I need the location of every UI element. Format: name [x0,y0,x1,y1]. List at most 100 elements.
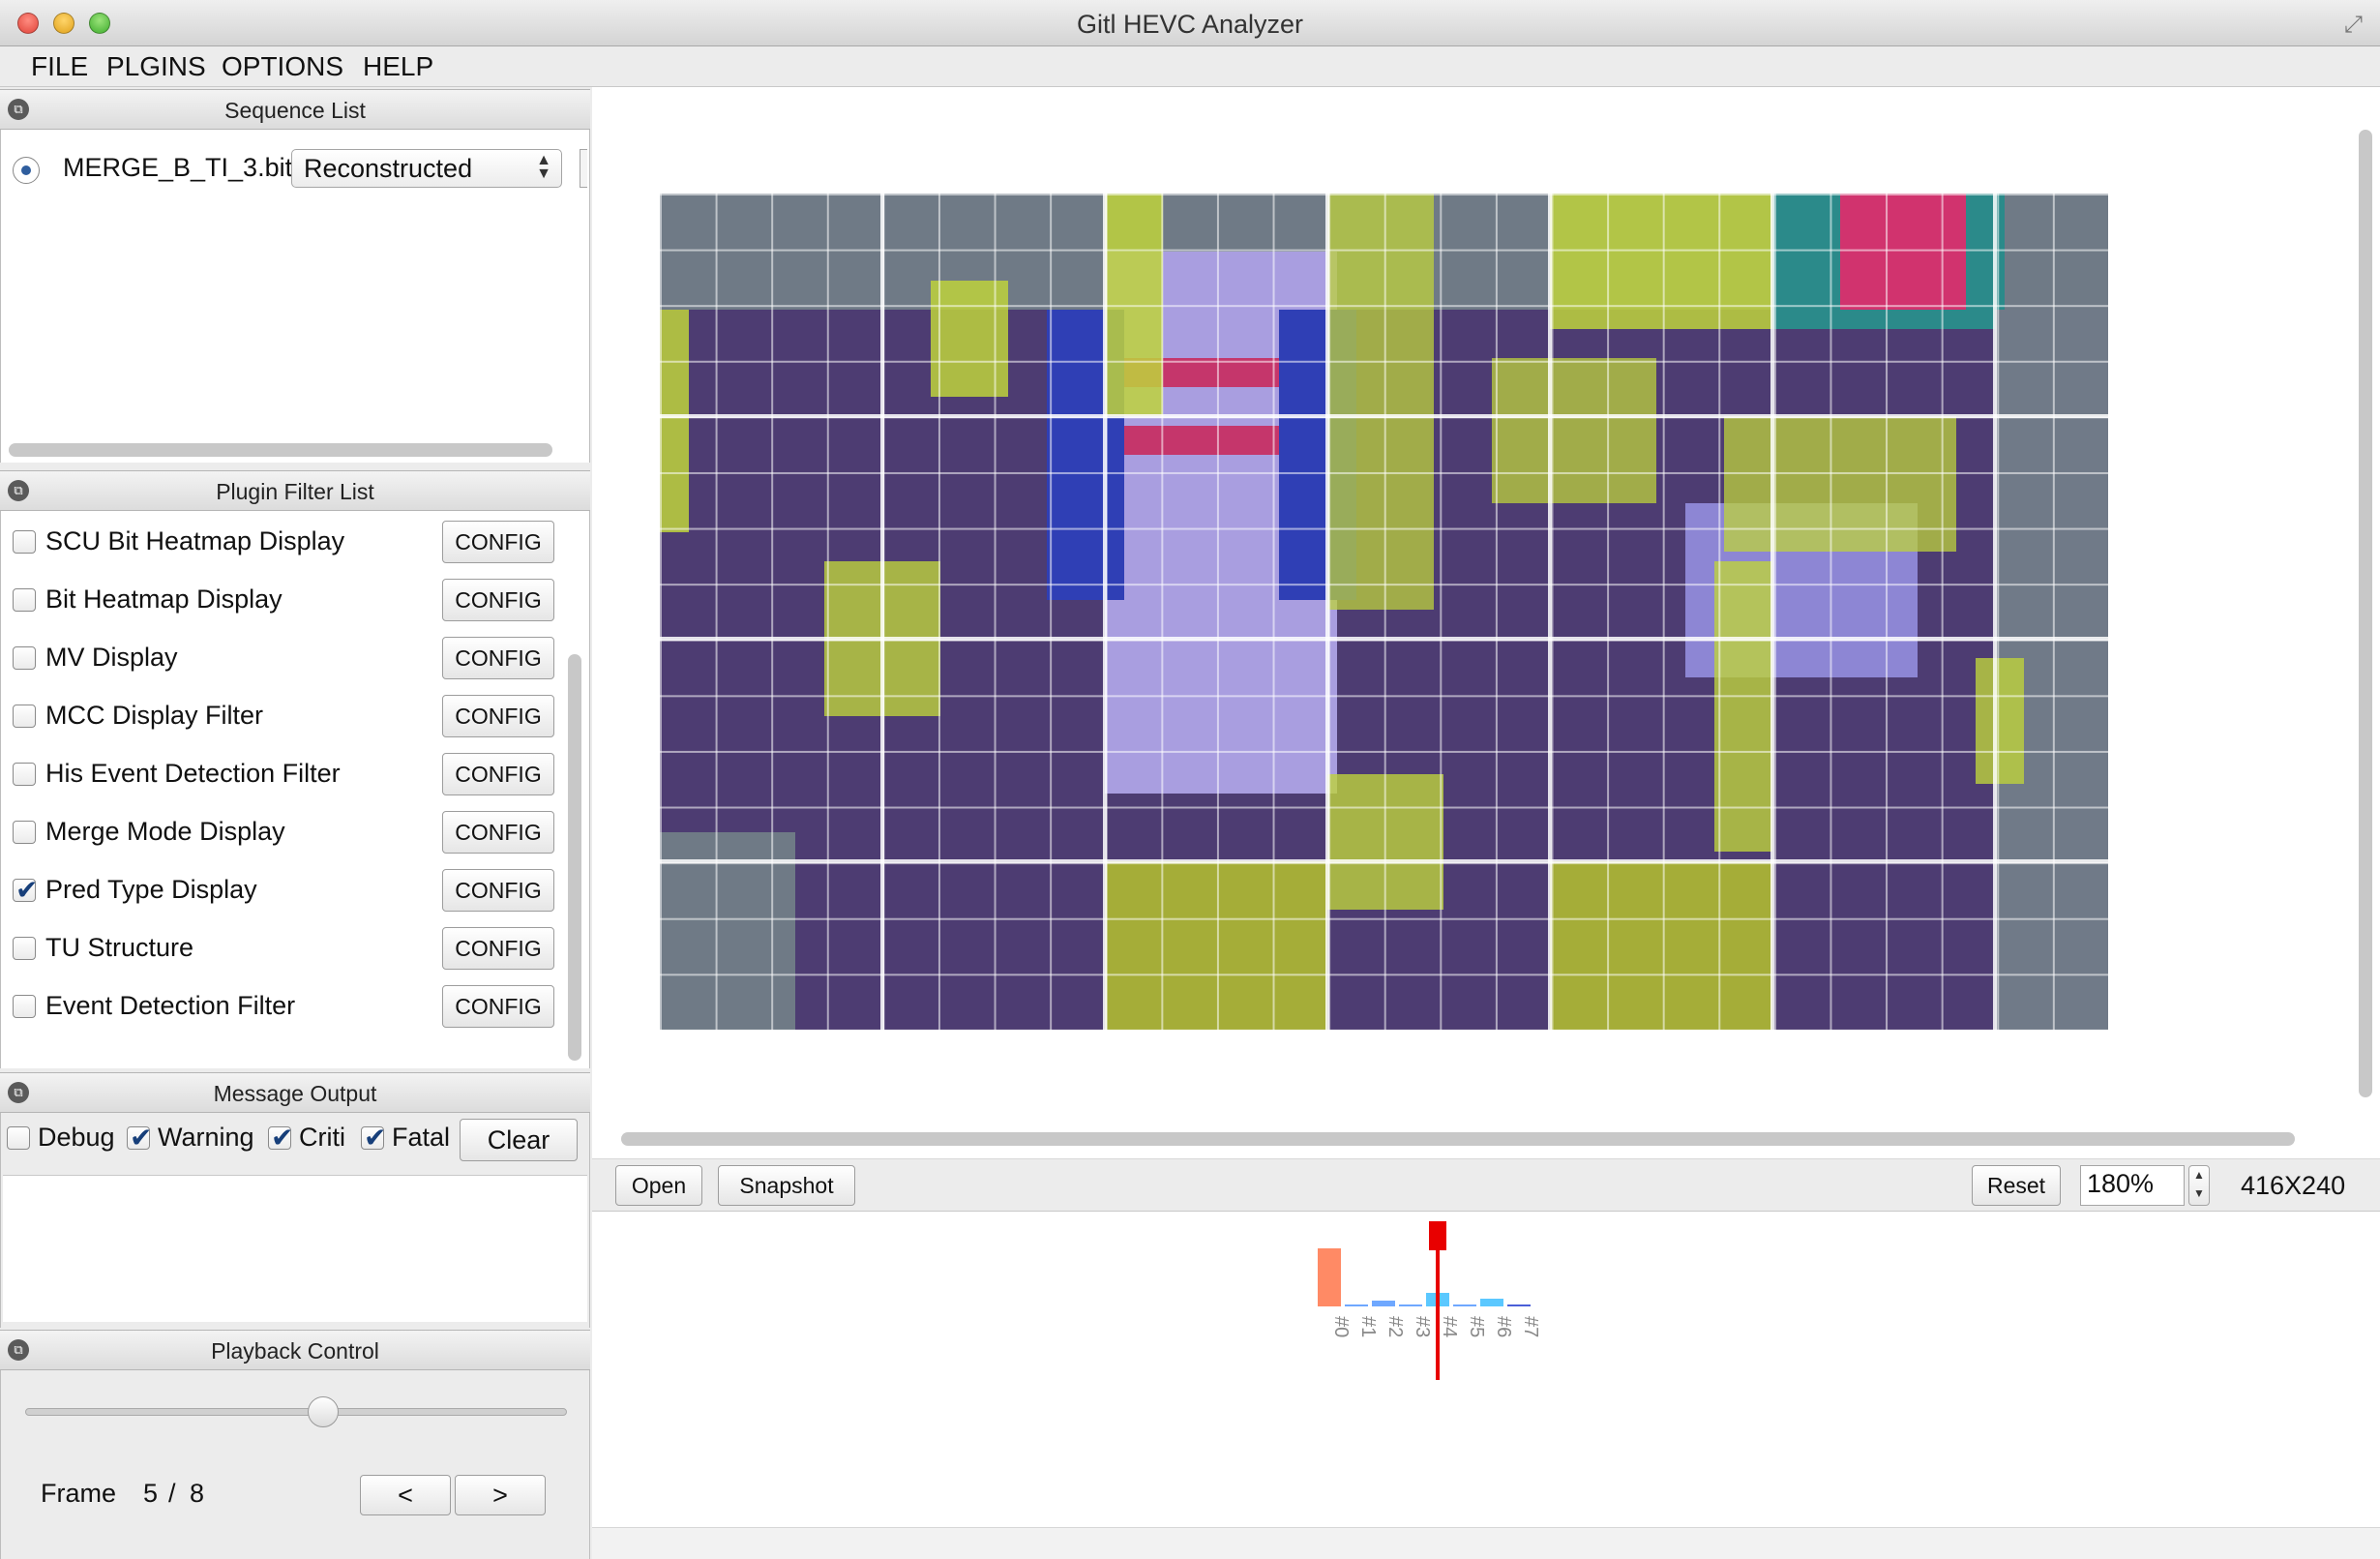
plugin-filter-list-panel: SCU Bit Heatmap Display CONFIG Bit Heatm… [0,511,590,1068]
fatal-checkbox[interactable] [361,1122,386,1154]
ctu-boundary [880,194,884,1030]
sequence-name: MERGE_B_TI_3.bit [63,153,293,182]
menu-plugins[interactable]: PLGINS [106,51,206,82]
plugin-checkbox[interactable] [13,995,36,1018]
window-title: Gitl HEVC Analyzer [1076,10,1304,39]
frame-slider-track[interactable] [25,1408,567,1416]
plugin-config-button[interactable]: CONFIG [442,927,554,970]
plugin-config-button[interactable]: CONFIG [442,521,554,563]
frame-tick-label: #4 [1439,1316,1460,1337]
message-output-panel: Debug Warning Criti Fatal Clear [0,1113,590,1328]
frame-bar-3[interactable] [1399,1304,1422,1306]
sequence-list-hscrollbar[interactable] [9,443,552,457]
clear-button[interactable]: Clear [460,1119,578,1161]
zoom-input[interactable]: 180% [2080,1165,2185,1206]
fullscreen-icon[interactable]: ⤢ [2344,12,2363,39]
frame-slider-thumb[interactable] [308,1396,339,1427]
plugin-checkbox[interactable] [13,588,36,612]
total-frames: 8 [190,1479,205,1508]
ctu-boundary [660,859,2108,863]
viewer-vscrollbar[interactable] [2359,130,2372,1097]
current-frame: 5 [143,1479,159,1508]
sequence-radio[interactable] [13,157,40,184]
plugin-config-button[interactable]: CONFIG [442,753,554,795]
plugin-checkbox[interactable] [13,763,36,786]
plugin-label: MV Display [45,643,178,672]
chart-scroll-area[interactable] [592,1527,2380,1559]
sequence-list-panel: MERGE_B_TI_3.bit Reconstructed ▲ ▼ [0,130,590,463]
plugin-list-vscrollbar[interactable] [568,654,581,1061]
frame-label: Frame [41,1479,117,1508]
snapshot-button[interactable]: Snapshot [718,1165,855,1206]
fatal-label: Fatal [392,1123,451,1152]
plugin-config-button[interactable]: CONFIG [442,811,554,854]
ctu-boundary [660,414,2108,418]
frame-separator: / [168,1479,176,1508]
frame-bar-2[interactable] [1372,1301,1395,1306]
critical-checkbox[interactable] [268,1122,293,1154]
plugin-filter-list-header: ⧉ Plugin Filter List [0,470,590,511]
ctu-boundary [1325,194,1329,1030]
ctu-boundary [1770,194,1774,1030]
plugin-label: Bit Heatmap Display [45,585,283,614]
frame-bar-0[interactable] [1318,1248,1341,1306]
critical-label: Criti [299,1123,345,1152]
plugin-config-button[interactable]: CONFIG [442,695,554,737]
decode-mode-select[interactable]: Reconstructed ▲ ▼ [291,149,562,188]
frame-bits-chart[interactable]: #0 #1 #2 #3 #4 #5 #6 #7 [592,1212,2380,1559]
frame-bar-6[interactable] [1480,1299,1503,1306]
reset-zoom-button[interactable]: Reset [1972,1165,2061,1206]
plugin-checkbox[interactable] [13,937,36,960]
frame-bar-7[interactable] [1507,1304,1531,1306]
ctu-boundary [660,637,2108,641]
menu-options[interactable]: OPTIONS [222,51,343,82]
viewer-hscrollbar[interactable] [621,1132,2295,1146]
frame-tick-label: #5 [1466,1316,1487,1337]
menu-file[interactable]: FILE [31,51,88,82]
next-frame-button[interactable]: > [455,1475,546,1515]
plugin-checkbox[interactable] [13,821,36,844]
current-frame-marker-handle[interactable] [1429,1221,1446,1250]
zoom-stepper[interactable]: ▲ ▼ [2188,1165,2210,1206]
plugin-checkbox[interactable] [13,874,38,906]
plugin-label: Pred Type Display [45,875,257,904]
prev-frame-button[interactable]: < [360,1475,451,1515]
decoded-frame-image[interactable] [660,194,2108,1030]
frame-tick-label: #3 [1412,1316,1433,1337]
plugin-label: MCC Display Filter [45,701,264,730]
menu-help[interactable]: HELP [363,51,433,82]
ctu-boundary [1103,194,1107,1030]
viewer-toolbar: Open Snapshot Reset 180% ▲ ▼ 416X240 [592,1159,2380,1212]
frame-tick-label: #6 [1493,1316,1514,1337]
menu-bar: FILE PLGINS OPTIONS HELP [0,46,2380,87]
sequence-list-header: ⧉ Sequence List [0,89,590,130]
frame-bits-chart-area: #0 #1 #2 #3 #4 #5 #6 #7 [592,1212,2380,1559]
frame-resolution: 416X240 [2241,1171,2346,1200]
plugin-config-button[interactable]: CONFIG [442,985,554,1028]
debug-checkbox[interactable] [7,1126,30,1150]
frame-tick-label: #0 [1330,1316,1352,1337]
open-button[interactable]: Open [615,1165,702,1206]
plugin-config-button[interactable]: CONFIG [442,869,554,912]
plugin-label: His Event Detection Filter [45,759,341,788]
plugin-label: TU Structure [45,933,194,962]
select-arrows-icon: ▲ ▼ [536,152,551,182]
ctu-boundary [1993,194,1997,1030]
plugin-config-button[interactable]: CONFIG [442,637,554,679]
sequence-extra-control[interactable] [580,149,587,188]
frame-bar-1[interactable] [1345,1304,1368,1306]
debug-label: Debug [38,1123,115,1152]
plugin-checkbox[interactable] [13,705,36,728]
message-log[interactable] [3,1175,587,1322]
plugin-checkbox[interactable] [13,646,36,670]
window-titlebar: Gitl HEVC Analyzer ⤢ [0,0,2380,46]
plugin-label: Merge Mode Display [45,817,285,846]
plugin-config-button[interactable]: CONFIG [442,579,554,621]
ctu-boundary [1548,194,1552,1030]
warning-checkbox[interactable] [127,1122,152,1154]
frame-bar-5[interactable] [1453,1304,1476,1306]
frame-tick-label: #2 [1384,1316,1406,1337]
plugin-checkbox[interactable] [13,530,36,554]
frame-tick-label: #1 [1357,1316,1379,1337]
warning-label: Warning [158,1123,254,1152]
